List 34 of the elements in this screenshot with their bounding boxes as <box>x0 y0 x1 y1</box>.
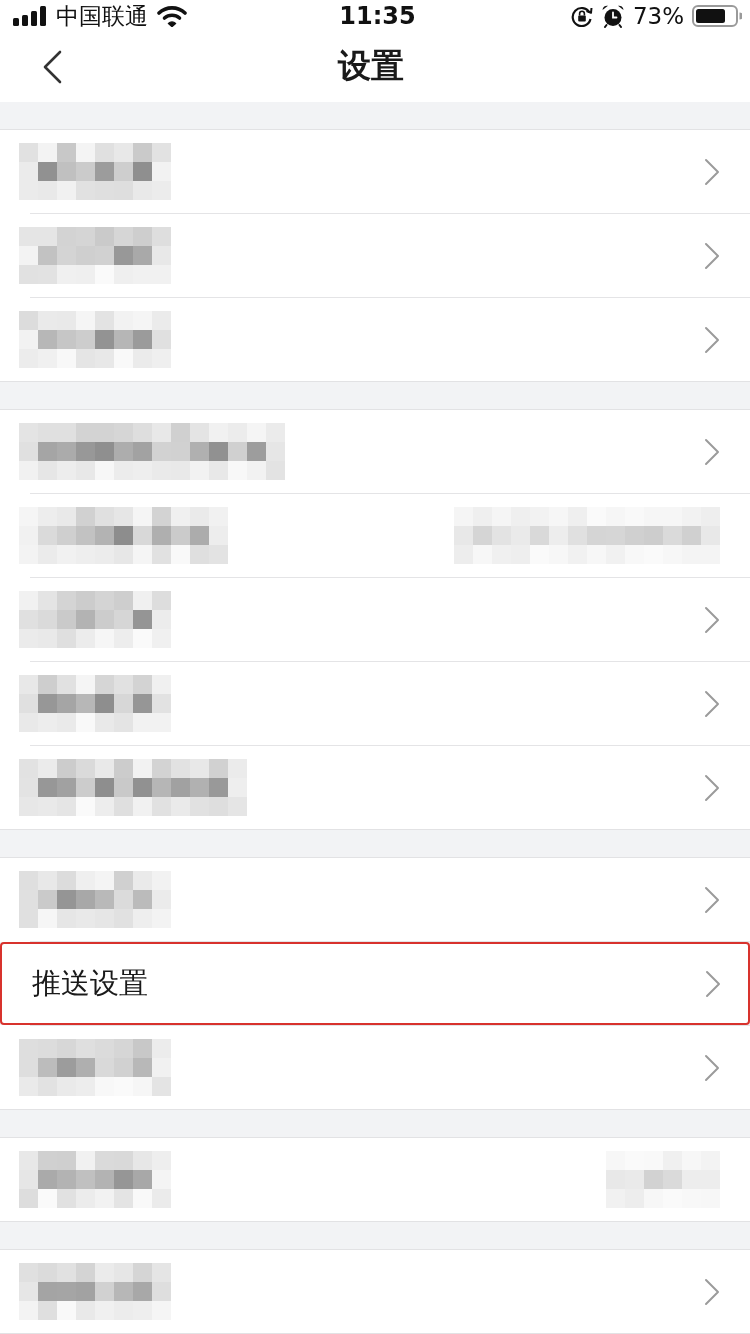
settings-row[interactable] <box>0 410 750 493</box>
rotation-lock-icon <box>570 4 593 27</box>
chevron-right-icon[interactable] <box>704 885 720 914</box>
signal-icon <box>13 5 47 26</box>
settings-row[interactable] <box>0 130 750 213</box>
battery-percent: 73% <box>632 1 684 30</box>
chevron-right-icon[interactable] <box>704 1277 720 1306</box>
settings-row[interactable] <box>0 1026 750 1109</box>
chevron-right-icon[interactable] <box>704 437 720 466</box>
wifi-icon <box>157 4 187 27</box>
settings-row[interactable] <box>0 214 750 297</box>
alarm-icon <box>600 3 625 28</box>
carrier-name: 中国联通 <box>56 1 148 30</box>
chevron-right-icon[interactable] <box>704 605 720 634</box>
back-icon[interactable] <box>42 49 62 84</box>
chevron-right-icon[interactable] <box>704 157 720 186</box>
battery-icon <box>692 4 742 27</box>
chevron-right-icon[interactable] <box>704 325 720 354</box>
status-time: 11:35 <box>339 1 416 30</box>
settings-row[interactable] <box>0 298 750 381</box>
settings-row[interactable] <box>0 578 750 661</box>
page-title: 设置 <box>336 45 405 88</box>
settings-row[interactable]: 推送设置 <box>0 942 750 1025</box>
chevron-right-icon[interactable] <box>704 1053 720 1082</box>
chevron-right-icon[interactable] <box>704 773 720 802</box>
settings-row[interactable] <box>0 858 750 941</box>
settings-row[interactable] <box>0 1138 750 1221</box>
chevron-right-icon[interactable] <box>704 241 720 270</box>
settings-row[interactable] <box>0 494 750 577</box>
settings-row[interactable] <box>0 746 750 829</box>
settings-row[interactable] <box>0 662 750 745</box>
chevron-right-icon[interactable] <box>704 969 721 998</box>
settings-row[interactable] <box>0 1250 750 1333</box>
chevron-right-icon[interactable] <box>704 689 720 718</box>
